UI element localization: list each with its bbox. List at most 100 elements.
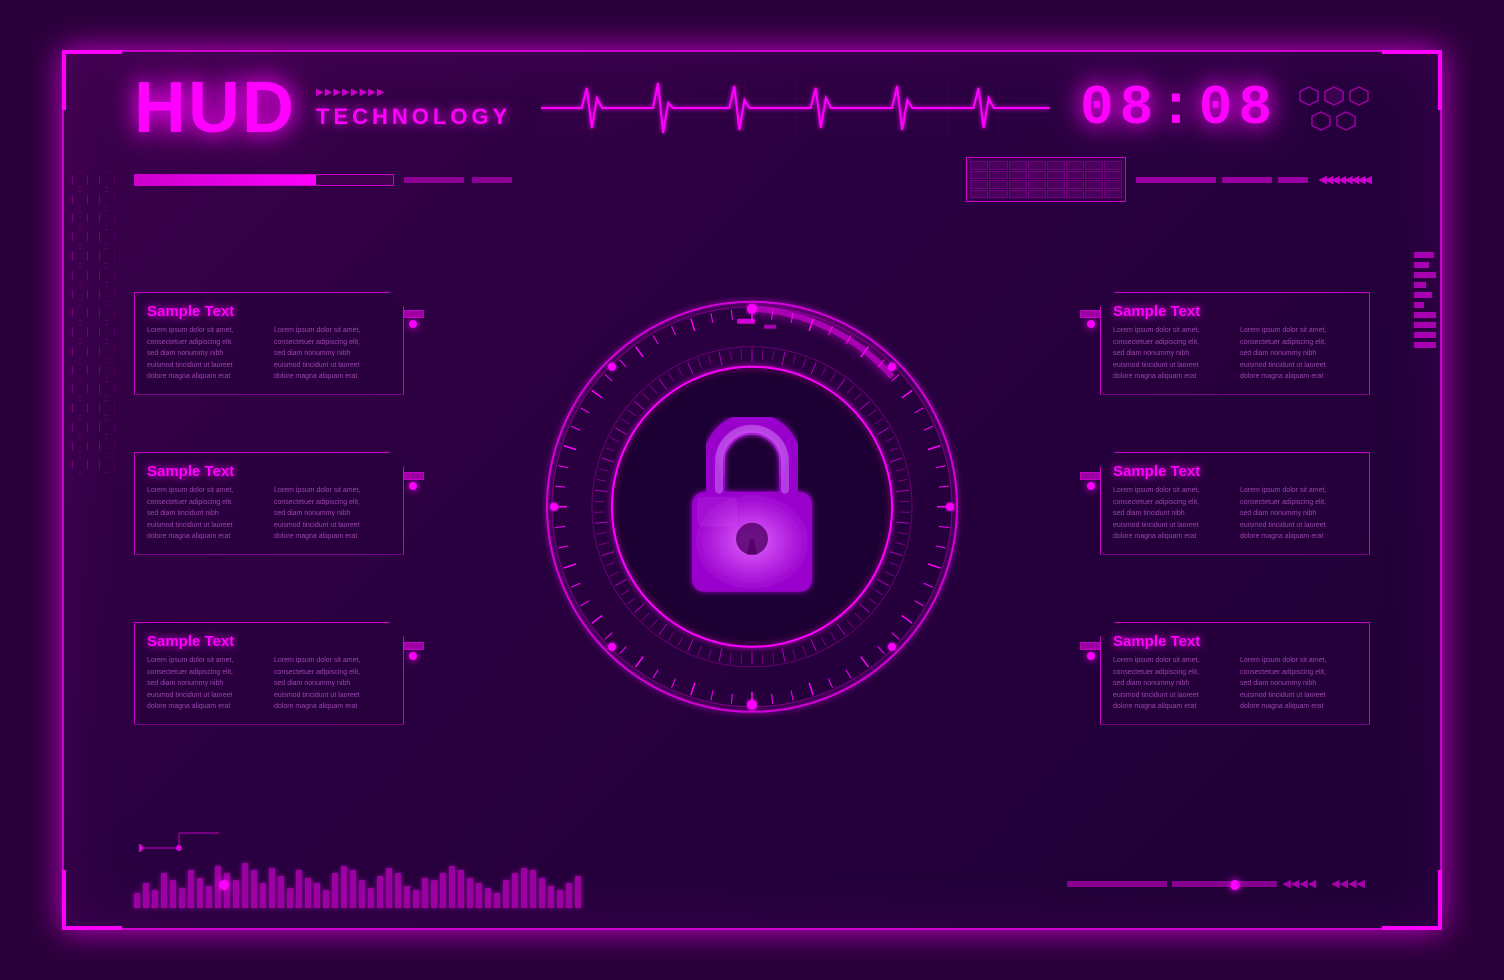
panel-bot-left: Sample Text Lorem ipsum dolor sit amet, …	[134, 622, 404, 725]
conn-dot-tr	[1087, 320, 1095, 328]
eq-bar	[224, 873, 230, 908]
eq-bar	[152, 890, 158, 908]
eq-bar	[548, 886, 554, 908]
hud-title: HUD	[134, 72, 296, 144]
eq-bar	[341, 866, 347, 908]
panel-mr-content: Lorem ipsum dolor sit amet, consectetuer…	[1113, 486, 1357, 544]
corner-bl	[62, 870, 122, 930]
eq-bar	[359, 880, 365, 908]
corner-tl	[62, 50, 122, 110]
eq-bar	[557, 890, 563, 908]
conn-dot-mr	[1087, 482, 1095, 490]
clock-display: 08:08	[1080, 76, 1278, 140]
h-line-2	[472, 177, 512, 183]
chevrons-right: ◀◀◀◀◀◀◀◀	[1318, 173, 1370, 186]
eq-bar	[134, 893, 140, 908]
bottom-chevrons-right: ◀◀◀◀	[1282, 877, 1316, 890]
panel-mr-title: Sample Text	[1113, 463, 1357, 480]
eq-bar	[377, 876, 383, 908]
eq-bar	[314, 883, 320, 908]
progress-bar-fill	[135, 175, 316, 185]
arrows-chars: ▶▶▶▶▶▶▶▶	[316, 87, 386, 98]
connector-rect-2	[404, 472, 424, 480]
panel-tr-content: Lorem ipsum dolor sit amet, consectetuer…	[1113, 326, 1357, 384]
eq-bar	[161, 873, 167, 908]
connector-rect-6	[1080, 642, 1100, 650]
panel-mid-left: Sample Text Lorem ipsum dolor sit amet, …	[134, 452, 404, 555]
eq-bar	[413, 890, 419, 908]
panel-bl-content: Lorem ipsum dolor sit amet, consectetuer…	[147, 656, 391, 714]
panel-top-right: Sample Text Lorem ipsum dolor sit amet, …	[1100, 292, 1370, 395]
panel-bl-col1: Lorem ipsum dolor sit amet, consectetuer…	[147, 656, 264, 714]
eq-bar	[368, 888, 374, 908]
conn-dot-ml	[409, 482, 417, 490]
eq-bar	[269, 868, 275, 908]
eq-bar	[242, 863, 248, 908]
panel-br-content: Lorem ipsum dolor sit amet, consectetuer…	[1113, 656, 1357, 714]
connector-rect-1	[404, 310, 424, 318]
eq-bar	[305, 878, 311, 908]
eq-bar	[287, 888, 293, 908]
eq-bar	[539, 878, 545, 908]
panel-tl-content: Lorem ipsum dolor sit amet, consectetuer…	[147, 326, 391, 384]
hex-cluster	[1298, 85, 1370, 132]
panel-ml-content: Lorem ipsum dolor sit amet, consectetuer…	[147, 486, 391, 544]
panel-br-title: Sample Text	[1113, 633, 1357, 650]
eq-bar	[188, 870, 194, 908]
panel-tr-title: Sample Text	[1113, 303, 1357, 320]
heartbeat-wave	[541, 78, 1050, 138]
eq-bar	[233, 880, 239, 908]
panel-br-col1: Lorem ipsum dolor sit amet, consectetuer…	[1113, 656, 1230, 714]
eq-bar	[386, 868, 392, 908]
eq-bar	[431, 880, 437, 908]
eq-bar	[206, 886, 212, 908]
eq-bar	[512, 873, 518, 908]
corner-tr	[1382, 50, 1442, 110]
honeycomb-pattern	[72, 172, 122, 472]
eq-bar	[530, 870, 536, 908]
eq-bar	[278, 876, 284, 908]
panel-mr-col1: Lorem ipsum dolor sit amet, consectetuer…	[1113, 486, 1230, 544]
panel-mid-right: Sample Text Lorem ipsum dolor sit amet, …	[1100, 452, 1370, 555]
panel-tl-col2: Lorem ipsum dolor sit amet, consectetuer…	[274, 326, 391, 384]
panel-bl-title: Sample Text	[147, 633, 391, 650]
eq-bar	[296, 870, 302, 908]
eq-bar	[323, 890, 329, 908]
header-lines	[404, 177, 956, 183]
conn-dot-tl	[409, 320, 417, 328]
eq-bar	[404, 886, 410, 908]
center-circle	[542, 297, 962, 717]
eq-bar	[503, 880, 509, 908]
connector-rect-5	[1080, 472, 1100, 480]
title-subtitle-area: ▶▶▶▶▶▶▶▶ TECHNOLOGY	[316, 87, 511, 130]
bottom-chevrons-left: ◀◀◀◀	[1331, 877, 1365, 890]
eq-bar	[494, 893, 500, 908]
hud-frame: HUD ▶▶▶▶▶▶▶▶ TECHNOLOGY	[62, 50, 1442, 930]
panel-top-left: Sample Text Lorem ipsum dolor sit amet, …	[134, 292, 404, 395]
circuit-deco	[139, 823, 199, 863]
panel-br-col2: Lorem ipsum dolor sit amet, consectetuer…	[1240, 656, 1357, 714]
header: HUD ▶▶▶▶▶▶▶▶ TECHNOLOGY	[134, 72, 1370, 144]
eq-bar	[179, 888, 185, 908]
h-line-1	[404, 177, 464, 183]
eq-bar	[395, 873, 401, 908]
eq-bar	[521, 868, 527, 908]
eq-bar	[197, 878, 203, 908]
eq-bar	[170, 880, 176, 908]
progress-bar	[134, 174, 394, 186]
eq-bar	[575, 876, 581, 908]
eq-bar	[566, 883, 572, 908]
eq-bar	[476, 883, 482, 908]
conn-dot-br	[1087, 652, 1095, 660]
eq-bar	[350, 870, 356, 908]
panel-tl-col1: Lorem ipsum dolor sit amet, consectetuer…	[147, 326, 264, 384]
bottom-dot-left	[219, 880, 229, 890]
corner-br	[1382, 870, 1442, 930]
panel-ml-col2: Lorem ipsum dolor sit amet, consectetuer…	[274, 486, 391, 544]
arrows-decoration: ▶▶▶▶▶▶▶▶	[316, 87, 511, 98]
panel-tl-title: Sample Text	[147, 303, 391, 320]
eq-bar	[251, 870, 257, 908]
panel-ml-title: Sample Text	[147, 463, 391, 480]
bottom-h-bars: ◀◀◀◀ ◀◀◀◀	[1067, 877, 1365, 890]
header-bar-row: ◀◀◀◀◀◀◀◀	[134, 157, 1370, 202]
